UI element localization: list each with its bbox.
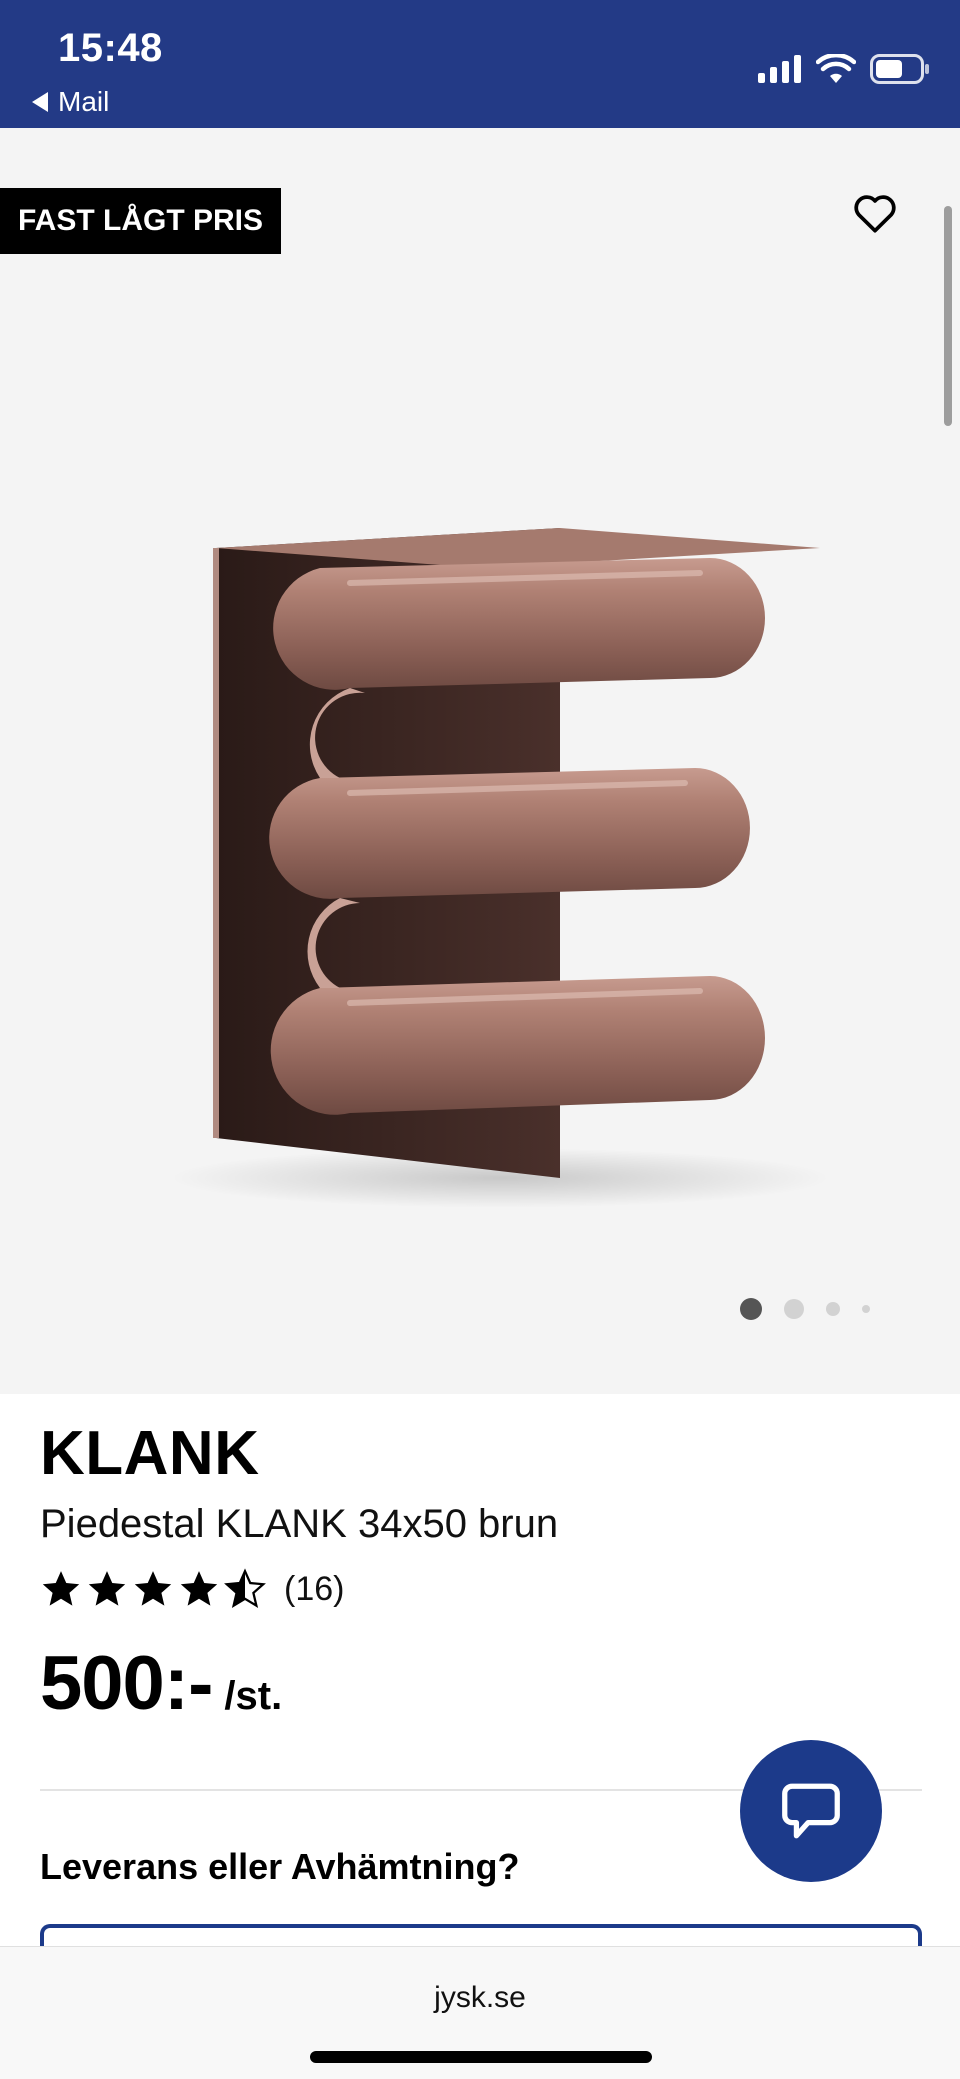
chat-button[interactable] [740, 1740, 882, 1882]
wishlist-button[interactable] [850, 188, 900, 238]
product-price: 500:- [40, 1641, 213, 1726]
heart-outline-icon [854, 195, 896, 233]
star-full-icon [180, 1571, 218, 1606]
carousel-dots[interactable] [740, 1298, 870, 1320]
star-full-icon [88, 1571, 126, 1606]
back-to-mail-button[interactable]: Mail [32, 86, 109, 118]
home-indicator[interactable] [310, 2051, 652, 2063]
scroll-indicator[interactable] [944, 206, 952, 426]
carousel-dot-active[interactable] [740, 1298, 762, 1320]
wifi-icon [816, 54, 856, 83]
signal-icon [758, 55, 801, 83]
url-text[interactable]: jysk.se [0, 1981, 960, 2015]
price-badge: FAST LÅGT PRIS [0, 188, 282, 254]
browser-url-bar[interactable]: jysk.se [0, 1946, 960, 2079]
back-arrow-icon [32, 92, 48, 112]
delivery-heading: Leverans eller Avhämtning? [40, 1846, 520, 1887]
battery-icon [870, 54, 929, 84]
product-rating[interactable]: (16) [40, 1568, 344, 1610]
status-time: 15:48 [58, 26, 163, 70]
price-unit: /st. [224, 1674, 283, 1718]
carousel-dot[interactable] [862, 1305, 870, 1313]
star-full-icon [134, 1571, 172, 1606]
chat-bubble-icon [782, 1783, 840, 1839]
carousel-dot[interactable] [784, 1299, 804, 1319]
status-icons [758, 54, 930, 84]
carousel-dot[interactable] [826, 1302, 840, 1316]
product-gallery[interactable]: FAST LÅGT PRIS [0, 128, 960, 1394]
star-full-icon [42, 1571, 80, 1606]
status-bar: 15:48 Mail [0, 0, 960, 128]
star-half-icon [224, 1568, 266, 1608]
review-count[interactable]: (16) [284, 1570, 344, 1609]
product-image [170, 528, 830, 1208]
back-label: Mail [58, 86, 110, 117]
price-row: 500:- /st. [40, 1640, 282, 1727]
product-brand: KLANK [40, 1419, 260, 1488]
product-name: Piedestal KLANK 34x50 brun [40, 1502, 559, 1546]
rating-stars [40, 1568, 266, 1610]
